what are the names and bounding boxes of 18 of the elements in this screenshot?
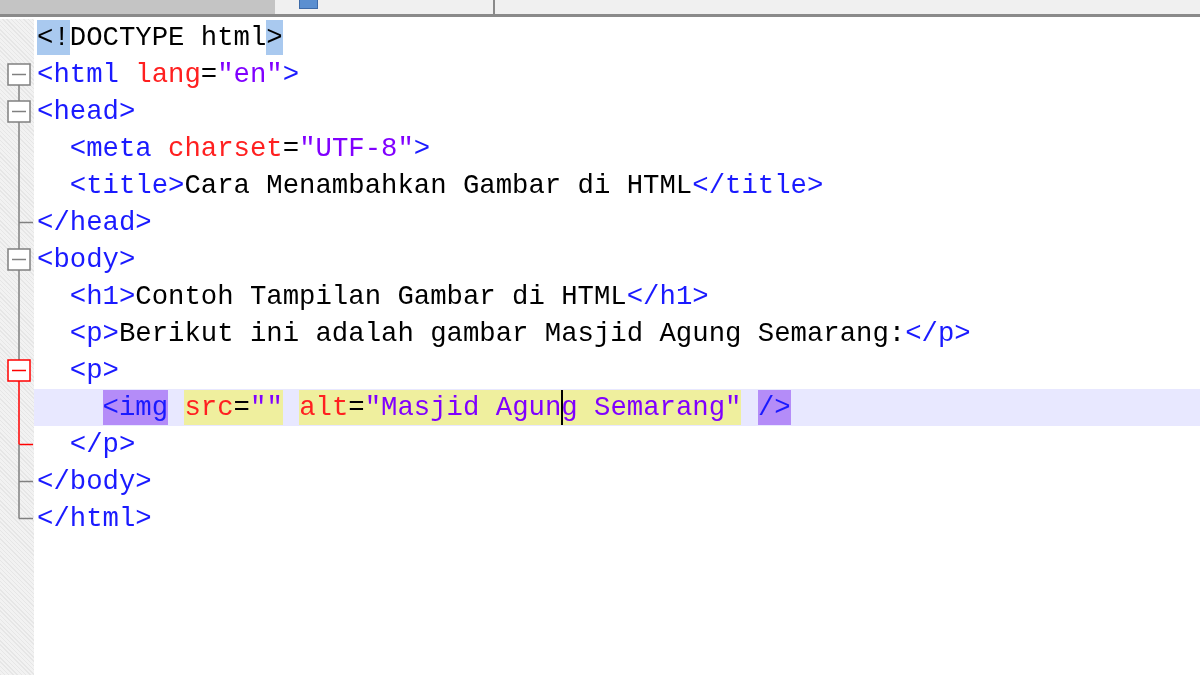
code-line: <img src="" alt="Masjid Agung Semarang" />: [101, 389, 791, 426]
collapse-icon[interactable]: [7, 93, 31, 130]
code-line: </body>: [37, 465, 152, 499]
code-line: <head>: [37, 95, 136, 129]
collapse-icon[interactable]: [7, 352, 31, 389]
collapse-icon[interactable]: [7, 241, 31, 278]
code-line: <p>: [68, 354, 119, 388]
code-line: </head>: [37, 206, 152, 240]
code-line: </p>: [68, 428, 136, 462]
code-line: <html lang="en">: [37, 58, 300, 92]
code-line: </html>: [37, 502, 152, 536]
code-line: <p>Berikut ini adalah gambar Masjid Agung Semarang:</p>: [68, 317, 971, 351]
code-line: <!DOCTYPE html>: [37, 19, 283, 56]
code-line: <meta charset="UTF-8">: [68, 132, 431, 166]
document-icon: [299, 0, 318, 9]
code-line: <h1>Contoh Tampilan Gambar di HTML</h1>: [68, 280, 709, 314]
code-line: <body>: [37, 243, 136, 277]
code-line: <title>Cara Menambahkan Gambar di HTML</title>: [68, 169, 824, 203]
